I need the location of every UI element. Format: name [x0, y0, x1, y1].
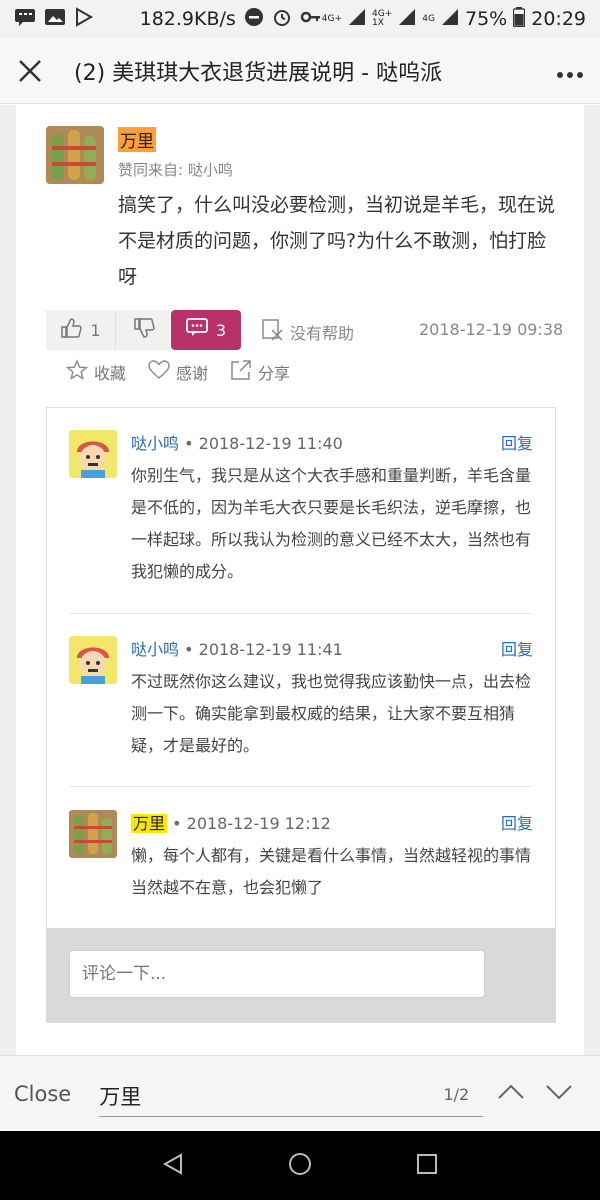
author-name[interactable]: 万里 — [118, 127, 156, 152]
author-avatar[interactable] — [46, 126, 104, 184]
upvote-button[interactable]: 1 — [46, 310, 116, 350]
comment-item: 万里 • 2018-12-19 12:12 回复 懒，每个人都有，关键是看什么事… — [69, 810, 533, 910]
clock: 20:29 — [531, 8, 586, 30]
battery-percent: 75% — [465, 8, 508, 30]
reply-button[interactable]: 回复 — [501, 810, 533, 834]
upvote-count: 1 — [90, 320, 101, 340]
unhelpful-icon — [262, 319, 284, 345]
favorite-button[interactable]: 收藏 — [65, 359, 127, 385]
comment-text: 懒，每个人都有，关键是看什么事情，当然越轻视的事情当然越不在意，也会犯懒了 — [131, 846, 532, 897]
answer-card: 万里 赞同来自: 哒小鸣 搞笑了，什么叫没必要检测，当初说是羊毛，现在说不是材质… — [16, 105, 584, 1055]
find-close-button[interactable]: Close — [14, 1082, 71, 1106]
secondary-actions: 收藏 感谢 分享 — [65, 359, 290, 385]
home-circle-icon — [288, 1152, 312, 1180]
recents-button[interactable] — [407, 1146, 447, 1186]
signal-icon-3 — [441, 8, 459, 31]
comments-button[interactable]: 3 — [171, 310, 241, 350]
find-next-button[interactable] — [539, 1074, 579, 1114]
vote-actions: 1 3 — [46, 310, 241, 350]
answer-text: 搞笑了，什么叫没必要检测，当初说是羊毛，现在说不是材质的问题，你测了吗?为什么不… — [118, 194, 556, 288]
comment-text: 你别生气，我只是从这个大衣手感和重量判断，羊毛含量是不低的，因为羊毛大衣只要是长… — [131, 466, 532, 581]
chevron-up-icon — [497, 1084, 525, 1104]
thanks-button[interactable]: 感谢 — [148, 359, 208, 385]
image-icon — [44, 7, 66, 32]
downvote-button[interactable] — [116, 310, 171, 350]
find-input[interactable]: 万里 1/2 — [99, 1071, 484, 1117]
comments-panel: 哒小鸣 • 2018-12-19 11:40 回复 你别生气，我只是从这个大衣手… — [46, 407, 556, 1023]
home-button[interactable] — [280, 1146, 320, 1186]
endorsed-by: 赞同来自: 哒小鸣 — [118, 161, 233, 179]
signal-icon-2 — [398, 8, 416, 31]
signal-icon — [348, 8, 366, 31]
chevron-down-icon — [545, 1084, 573, 1104]
navigation-bar — [0, 1131, 600, 1200]
network-label-2-sub: 1X — [372, 18, 384, 28]
star-icon — [65, 359, 89, 385]
dnd-icon — [244, 7, 264, 32]
page-title: (2) 美琪琪大衣退货进展说明 - 哒呜派 — [74, 60, 443, 86]
comment-count: 3 — [215, 320, 227, 340]
commenter-avatar[interactable] — [69, 636, 117, 684]
thumbs-up-icon — [60, 317, 83, 343]
comment-composer — [47, 928, 555, 1022]
commenter-avatar[interactable] — [69, 430, 117, 478]
share-icon — [230, 359, 252, 385]
comment-text: 不过既然你这么建议，我也觉得我应该勤快一点，出去检测一下。确实能拿到最权威的结果… — [131, 672, 532, 755]
comment-input[interactable] — [69, 950, 485, 998]
find-in-page-bar: Close 万里 1/2 — [0, 1055, 600, 1131]
comment-icon — [186, 318, 208, 342]
comment-time: • 2018-12-19 11:41 — [184, 640, 343, 659]
find-previous-button[interactable] — [491, 1074, 531, 1114]
battery-icon — [513, 6, 526, 32]
thumbs-down-icon — [133, 317, 155, 343]
play-store-icon — [74, 6, 94, 32]
key-icon — [300, 7, 322, 32]
content-area: 万里 赞同来自: 哒小鸣 搞笑了，什么叫没必要检测，当初说是羊毛，现在说不是材质… — [0, 105, 600, 1055]
reply-button[interactable]: 回复 — [501, 636, 533, 660]
find-query: 万里 — [99, 1084, 142, 1109]
network-speed: 182.9KB/s — [139, 8, 236, 30]
commenter-avatar[interactable] — [69, 810, 117, 858]
message-icon — [14, 7, 36, 32]
commenter-name[interactable]: 哒小鸣 — [131, 640, 179, 659]
thanks-label: 感谢 — [176, 364, 209, 383]
recents-square-icon — [416, 1153, 438, 1179]
unhelpful-label: 没有帮助 — [290, 324, 355, 343]
back-button[interactable] — [153, 1146, 193, 1186]
divider — [69, 613, 533, 614]
network-label-3: 4G — [422, 13, 435, 24]
more-menu-icon[interactable] — [556, 56, 584, 86]
divider — [69, 786, 533, 787]
alarm-icon — [272, 7, 292, 32]
reply-button[interactable]: 回复 — [501, 430, 533, 454]
find-match-count: 1/2 — [443, 1084, 470, 1104]
commenter-name[interactable]: 万里 — [131, 814, 168, 833]
share-label: 分享 — [258, 364, 291, 383]
unhelpful-button[interactable]: 没有帮助 — [262, 319, 354, 345]
title-bar: (2) 美琪琪大衣退货进展说明 - 哒呜派 — [0, 38, 600, 104]
heart-icon — [148, 360, 170, 384]
commenter-name[interactable]: 哒小鸣 — [131, 434, 179, 453]
answer-timestamp: 2018-12-19 09:38 — [419, 320, 564, 339]
status-bar: 182.9KB/s 4G+ 4G+ 1X 4G 75% 20:29 — [0, 0, 600, 38]
network-label-1: 4G+ — [321, 13, 343, 24]
comment-time: • 2018-12-19 12:12 — [172, 814, 331, 833]
comment-item: 哒小鸣 • 2018-12-19 11:41 回复 不过既然你这么建议，我也觉得… — [69, 636, 533, 766]
back-triangle-icon — [161, 1152, 185, 1180]
comment-item: 哒小鸣 • 2018-12-19 11:40 回复 你别生气，我只是从这个大衣手… — [69, 430, 533, 590]
share-button[interactable]: 分享 — [230, 359, 290, 385]
close-icon[interactable] — [16, 57, 44, 85]
favorite-label: 收藏 — [94, 364, 127, 383]
comment-time: • 2018-12-19 11:40 — [184, 434, 343, 453]
